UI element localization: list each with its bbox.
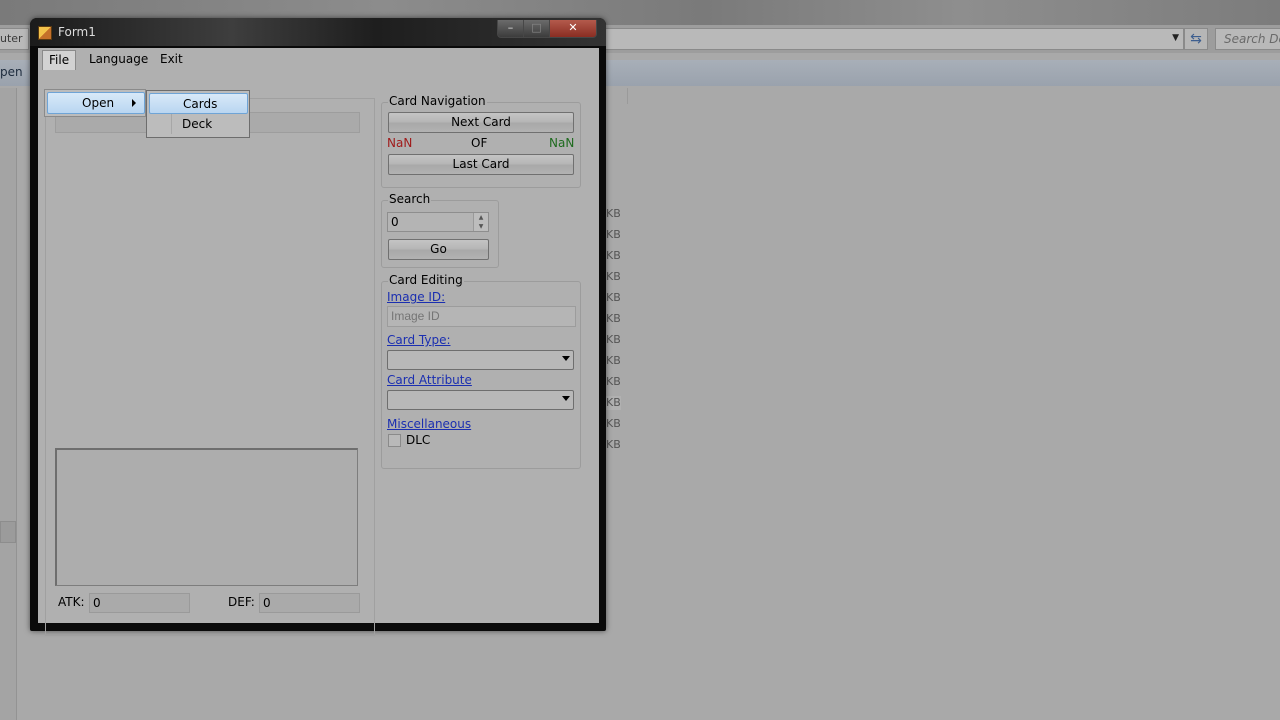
refresh-icon[interactable]: ⇆	[1184, 28, 1208, 50]
card-editing-title: Card Editing	[388, 273, 464, 287]
menu-item-open[interactable]: Open	[47, 92, 145, 114]
file-size: KB	[606, 396, 621, 410]
file-size: KB	[606, 312, 621, 325]
app-icon[interactable]	[38, 26, 52, 40]
background-open-command[interactable]: pen	[0, 65, 23, 79]
menu-item-deck-label: Deck	[182, 117, 213, 131]
menu-item-open-label: Open	[82, 96, 115, 110]
form-client-area: File Language Exit ATK: 0 DEF: 0 Card Na…	[38, 48, 599, 636]
current-card-index: NaN	[387, 136, 413, 150]
image-id-link[interactable]: Image ID:	[387, 290, 445, 304]
file-size: KB	[606, 249, 621, 262]
last-card-button[interactable]: Last Card	[388, 154, 574, 175]
next-card-button[interactable]: Next Card	[388, 112, 574, 133]
dlc-checkbox[interactable]	[388, 434, 401, 447]
search-title: Search	[388, 192, 432, 206]
background-search-input[interactable]: Search Deb	[1215, 28, 1280, 50]
of-label: OF	[471, 136, 488, 150]
file-size: KB	[606, 270, 621, 283]
card-type-link[interactable]: Card Type:	[387, 333, 451, 347]
spin-down-icon[interactable]: ▼	[474, 222, 488, 231]
open-submenu: Cards Deck	[146, 90, 250, 138]
file-size: KB	[606, 417, 621, 430]
file-size: KB	[606, 333, 621, 346]
file-dropdown-menu: Open	[44, 89, 146, 117]
chevron-down-icon	[562, 356, 570, 361]
card-type-select[interactable]	[387, 350, 574, 370]
total-card-count: NaN	[549, 136, 575, 150]
file-size: KB	[606, 375, 621, 388]
chevron-down-icon[interactable]: ▼	[1172, 33, 1179, 43]
menu-exit[interactable]: Exit	[154, 50, 189, 69]
file-size: KB	[606, 438, 621, 451]
background-nav-item[interactable]	[0, 521, 16, 543]
chevron-right-icon	[132, 99, 136, 107]
file-size: KB	[606, 354, 621, 367]
card-navigation-title: Card Navigation	[388, 94, 487, 108]
atk-label: ATK:	[58, 595, 85, 609]
window-title: Form1	[58, 25, 96, 39]
form1-window: Form1 – □ ✕ File Language Exit ATK: 0 DE…	[30, 18, 606, 636]
background-navigation-pane	[0, 88, 17, 720]
menu-item-cards-label: Cards	[183, 97, 218, 111]
miscellaneous-link[interactable]: Miscellaneous	[387, 417, 471, 431]
card-attribute-select[interactable]	[387, 390, 574, 410]
menu-item-deck[interactable]: Deck	[149, 115, 246, 134]
file-size: KB	[606, 291, 621, 304]
menu-file[interactable]: File	[42, 50, 77, 70]
background-address-bar[interactable]: ▼	[604, 28, 1184, 50]
menu-language[interactable]: Language	[83, 50, 154, 69]
menu-item-cards[interactable]: Cards	[149, 93, 248, 114]
file-size: KB	[606, 207, 621, 220]
image-id-input[interactable]	[387, 306, 576, 327]
card-attribute-link[interactable]: Card Attribute	[387, 373, 472, 387]
def-input[interactable]: 0	[259, 593, 360, 613]
spin-buttons: ▲ ▼	[473, 213, 488, 231]
maximize-button[interactable]: □	[523, 20, 550, 38]
menu-strip: File Language Exit	[38, 48, 599, 70]
background-breadcrumb-fragment: uter	[0, 28, 29, 50]
dlc-label: DLC	[406, 433, 431, 447]
chevron-down-icon	[562, 396, 570, 401]
file-size: KB	[606, 228, 621, 241]
close-button[interactable]: ✕	[549, 20, 597, 38]
search-number-value: 0	[391, 215, 399, 229]
minimize-button[interactable]: –	[497, 20, 524, 38]
def-label: DEF:	[228, 595, 255, 609]
go-button[interactable]: Go	[388, 239, 489, 260]
window-titlebar[interactable]: Form1 – □ ✕	[30, 18, 606, 46]
atk-input[interactable]: 0	[89, 593, 190, 613]
background-column-separator	[627, 88, 628, 104]
card-description-box[interactable]	[55, 448, 358, 586]
search-number-input[interactable]: 0 ▲ ▼	[387, 212, 489, 232]
